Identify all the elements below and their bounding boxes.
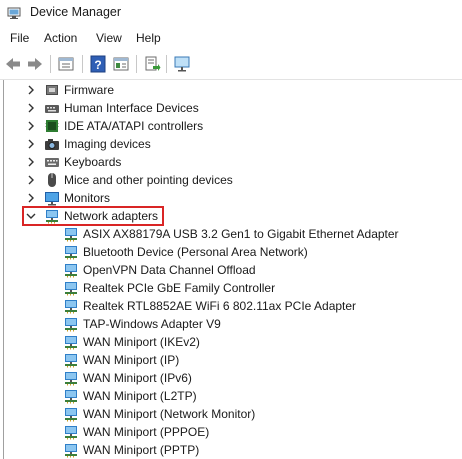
tree-category-human-interface-devices[interactable]: Human Interface Devices bbox=[0, 99, 462, 117]
menu-help[interactable]: Help bbox=[136, 31, 161, 45]
update-driver-icon[interactable] bbox=[143, 55, 161, 73]
network-adapter-icon bbox=[65, 336, 77, 350]
network-adapter-icon bbox=[65, 282, 77, 296]
menu-action[interactable]: Action bbox=[44, 31, 77, 45]
tree-device-item[interactable]: Realtek RTL8852AE WiFi 6 802.11ax PCIe A… bbox=[0, 297, 462, 315]
tree-category-keyboards[interactable]: Keyboards bbox=[0, 153, 462, 171]
toolbar-separator bbox=[50, 55, 51, 73]
tree-item-label: WAN Miniport (L2TP) bbox=[83, 389, 197, 403]
firmware-icon bbox=[46, 85, 58, 95]
tree-device-item[interactable]: Realtek PCIe GbE Family Controller bbox=[0, 279, 462, 297]
tree-device-item[interactable]: WAN Miniport (IPv6) bbox=[0, 369, 462, 387]
toolbar: ? bbox=[0, 49, 462, 80]
network-adapter-icon bbox=[65, 264, 77, 278]
chevron-right-icon[interactable] bbox=[25, 191, 37, 205]
tree-item-label: TAP-Windows Adapter V9 bbox=[83, 317, 221, 331]
network-adapter-icon bbox=[65, 444, 77, 458]
toolbar-separator bbox=[166, 55, 167, 73]
title-bar: Device Manager bbox=[0, 0, 462, 27]
tree-item-label: Realtek RTL8852AE WiFi 6 802.11ax PCIe A… bbox=[83, 299, 357, 313]
tree-item-label: WAN Miniport (IPv6) bbox=[83, 371, 192, 385]
device-manager-icon bbox=[7, 7, 21, 19]
tree-item-label: Imaging devices bbox=[64, 137, 151, 151]
properties-window-icon[interactable] bbox=[57, 55, 75, 73]
tree-item-label: WAN Miniport (IKEv2) bbox=[83, 335, 200, 349]
network-adapter-icon bbox=[65, 390, 77, 404]
chevron-right-icon[interactable] bbox=[25, 173, 37, 187]
menu-bar: File Action View Help bbox=[0, 27, 462, 49]
network-adapter-icon bbox=[65, 354, 77, 368]
tree-device-item[interactable]: Bluetooth Device (Personal Area Network) bbox=[0, 243, 462, 261]
tree-item-label: Keyboards bbox=[64, 155, 122, 169]
chevron-right-icon[interactable] bbox=[25, 137, 37, 151]
tree-category-imaging-devices[interactable]: Imaging devices bbox=[0, 135, 462, 153]
network-adapters-highlight-box bbox=[22, 206, 164, 226]
tree-item-label: Monitors bbox=[64, 191, 111, 205]
device-tree: Firmware Human Interface Devices IDE ATA/A… bbox=[0, 80, 462, 459]
scan-hardware-icon[interactable] bbox=[173, 55, 191, 73]
network-adapter-icon bbox=[65, 318, 77, 332]
forward-arrow-icon[interactable] bbox=[26, 55, 44, 73]
network-adapter-icon bbox=[65, 426, 77, 440]
tree-item-label: ASIX AX88179A USB 3.2 Gen1 to Gigabit Et… bbox=[83, 227, 399, 241]
network-adapter-icon bbox=[65, 300, 77, 314]
tree-item-label: Mice and other pointing devices bbox=[64, 173, 233, 187]
network-adapter-icon bbox=[65, 228, 77, 242]
keyboard-icon bbox=[45, 158, 59, 167]
mouse-icon bbox=[48, 173, 56, 187]
tree-device-item[interactable]: OpenVPN Data Channel Offload bbox=[0, 261, 462, 279]
chevron-right-icon[interactable] bbox=[25, 155, 37, 169]
tree-item-label: Firmware bbox=[64, 83, 114, 97]
tree-device-item[interactable]: WAN Miniport (Network Monitor) bbox=[0, 405, 462, 423]
network-adapter-icon bbox=[65, 372, 77, 386]
tree-item-label: OpenVPN Data Channel Offload bbox=[83, 263, 256, 277]
network-adapter-icon bbox=[65, 246, 77, 260]
back-arrow-icon[interactable] bbox=[4, 55, 22, 73]
tree-item-label: Human Interface Devices bbox=[64, 101, 199, 115]
tree-item-label: WAN Miniport (PPPOE) bbox=[83, 425, 210, 439]
tree-category-monitors[interactable]: Monitors bbox=[0, 189, 462, 207]
tree-category-firmware[interactable]: Firmware bbox=[0, 81, 462, 99]
menu-view[interactable]: View bbox=[96, 31, 122, 45]
tree-item-label: IDE ATA/ATAPI controllers bbox=[64, 119, 204, 133]
tree-item-label: WAN Miniport (IP) bbox=[83, 353, 180, 367]
menu-file[interactable]: File bbox=[10, 31, 29, 45]
monitor-icon bbox=[45, 192, 59, 206]
tree-device-item[interactable]: WAN Miniport (PPTP) bbox=[0, 441, 462, 459]
chevron-right-icon[interactable] bbox=[25, 101, 37, 115]
tree-device-item[interactable]: ASIX AX88179A USB 3.2 Gen1 to Gigabit Et… bbox=[0, 225, 462, 243]
chevron-right-icon[interactable] bbox=[25, 119, 37, 133]
chevron-right-icon[interactable] bbox=[25, 83, 37, 97]
tree-item-label: Realtek PCIe GbE Family Controller bbox=[83, 281, 276, 295]
tree-category-ide-ata-atapi-controllers[interactable]: IDE ATA/ATAPI controllers bbox=[0, 117, 462, 135]
tree-category-mice-and-other-pointing-devices[interactable]: Mice and other pointing devices bbox=[0, 171, 462, 189]
tree-device-item[interactable]: WAN Miniport (L2TP) bbox=[0, 387, 462, 405]
tree-item-label: WAN Miniport (PPTP) bbox=[83, 443, 200, 457]
camera-icon bbox=[45, 139, 59, 150]
svg-text:?: ? bbox=[94, 58, 101, 72]
network-adapter-icon bbox=[65, 408, 77, 422]
tree-device-item[interactable]: WAN Miniport (IKEv2) bbox=[0, 333, 462, 351]
tree-device-item[interactable]: WAN Miniport (PPPOE) bbox=[0, 423, 462, 441]
ide-controller-icon bbox=[45, 120, 59, 132]
toolbar-separator bbox=[136, 55, 137, 73]
tree-item-label: Bluetooth Device (Personal Area Network) bbox=[83, 245, 308, 259]
tree-device-item[interactable]: TAP-Windows Adapter V9 bbox=[0, 315, 462, 333]
tree-device-item[interactable]: WAN Miniport (IP) bbox=[0, 351, 462, 369]
hid-icon bbox=[45, 105, 59, 113]
view-window-icon[interactable] bbox=[112, 55, 130, 73]
window-title: Device Manager bbox=[30, 5, 122, 19]
help-icon[interactable]: ? bbox=[89, 55, 107, 73]
toolbar-separator bbox=[82, 55, 83, 73]
tree-item-label: WAN Miniport (Network Monitor) bbox=[83, 407, 256, 421]
